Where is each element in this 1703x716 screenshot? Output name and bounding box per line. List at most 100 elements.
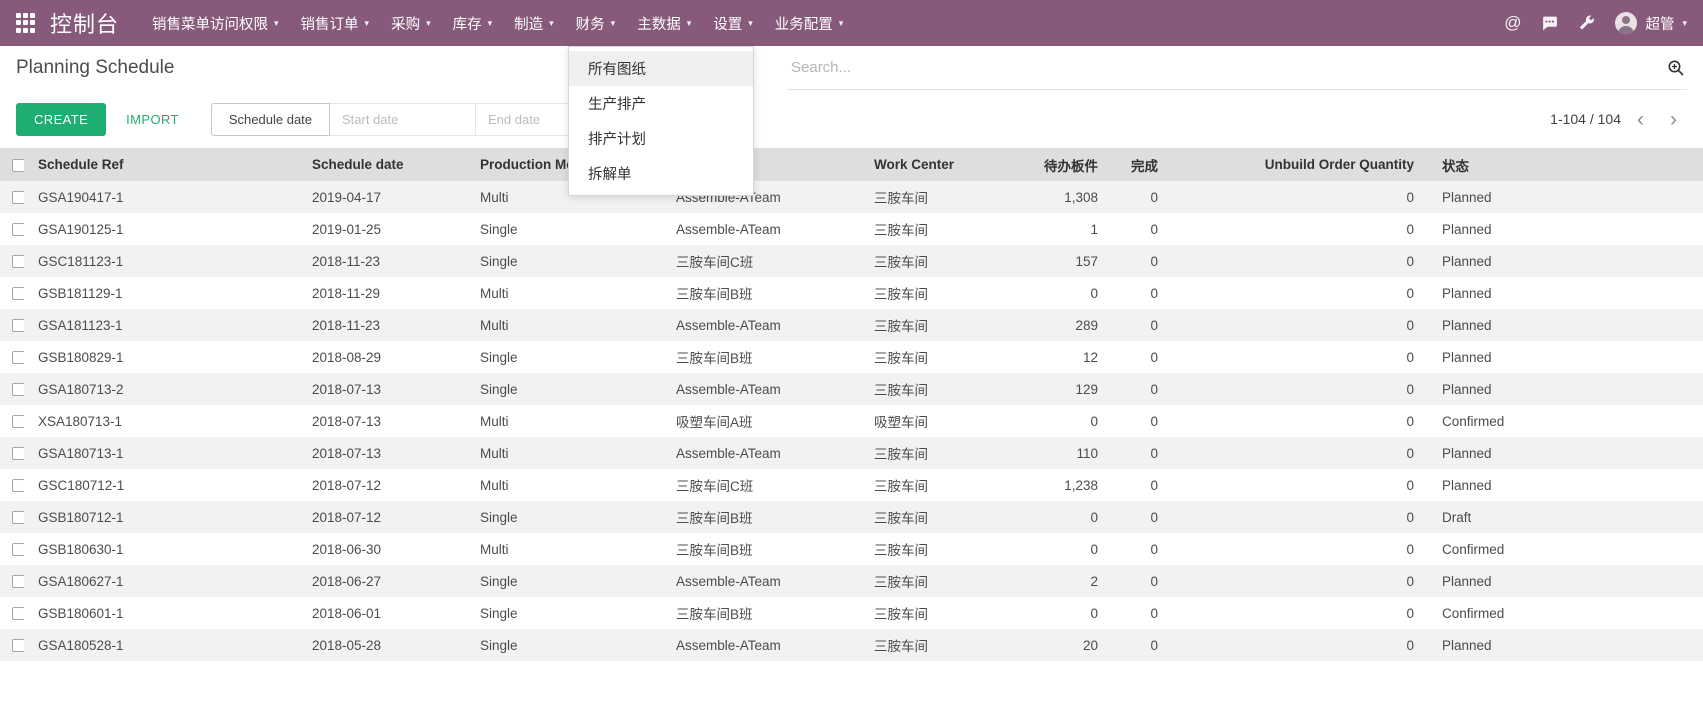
table-row[interactable]: GSA180713-12018-07-13MultiAssemble-ATeam… xyxy=(0,437,1703,469)
import-button[interactable]: IMPORT xyxy=(112,104,193,135)
topbar-menu-item[interactable]: 业务配置▾ xyxy=(764,0,855,46)
cell: 2018-06-27 xyxy=(298,565,466,597)
cell: 0 xyxy=(1172,597,1428,629)
row-checkbox-cell xyxy=(0,533,24,565)
cell: GSA181123-1 xyxy=(24,309,298,341)
table-row[interactable]: GSB180630-12018-06-30Multi三胺车间B班三胺车间000C… xyxy=(0,533,1703,565)
row-checkbox[interactable] xyxy=(12,543,24,556)
column-header[interactable]: Unbuild Order Quantity xyxy=(1172,148,1428,181)
tools-wrench-icon[interactable] xyxy=(1578,15,1595,32)
cell: GSA180627-1 xyxy=(24,565,298,597)
table-row[interactable]: GSC180712-12018-07-12Multi三胺车间C班三胺车间1,23… xyxy=(0,469,1703,501)
row-checkbox[interactable] xyxy=(12,255,24,268)
cell: 157 xyxy=(1008,245,1112,277)
pager-next-icon[interactable]: › xyxy=(1660,109,1687,130)
row-checkbox[interactable] xyxy=(12,415,24,428)
page-title: Planning Schedule xyxy=(16,57,174,79)
apps-grid-icon[interactable] xyxy=(16,13,36,33)
table-row[interactable]: GSC181123-12018-11-23Single三胺车间C班三胺车间157… xyxy=(0,245,1703,277)
select-all-checkbox[interactable] xyxy=(12,159,24,172)
row-checkbox[interactable] xyxy=(12,319,24,332)
column-header[interactable]: 完成 xyxy=(1112,148,1172,181)
cell: 三胺车间 xyxy=(860,469,1008,501)
search-icon[interactable] xyxy=(1659,59,1685,77)
cell: GSB180630-1 xyxy=(24,533,298,565)
table-row[interactable]: GSA190125-12019-01-25SingleAssemble-ATea… xyxy=(0,213,1703,245)
cell: 三胺车间 xyxy=(860,597,1008,629)
topbar-menu-item[interactable]: 制造▾ xyxy=(503,0,565,46)
column-header[interactable]: 状态 xyxy=(1428,148,1703,181)
topbar-menu-item[interactable]: 库存▾ xyxy=(442,0,504,46)
table-row[interactable]: GSA180713-22018-07-13SingleAssemble-ATea… xyxy=(0,373,1703,405)
row-checkbox[interactable] xyxy=(12,447,24,460)
topbar-menu-item[interactable]: 主数据▾ xyxy=(626,0,702,46)
table-row[interactable]: GSA181123-12018-11-23MultiAssemble-ATeam… xyxy=(0,309,1703,341)
cell: 三胺车间 xyxy=(860,341,1008,373)
search-input[interactable] xyxy=(789,58,1659,77)
schedule-date-button[interactable]: Schedule date xyxy=(211,103,330,136)
row-checkbox[interactable] xyxy=(12,639,24,652)
topbar-menu-item[interactable]: 销售菜单访问权限▾ xyxy=(141,0,290,46)
row-checkbox[interactable] xyxy=(12,607,24,620)
start-date-input[interactable] xyxy=(330,103,476,136)
menu-item-label: 销售订单 xyxy=(301,13,359,34)
row-checkbox-cell xyxy=(0,373,24,405)
cell: 三胺车间 xyxy=(860,245,1008,277)
cell: 三胺车间 xyxy=(860,533,1008,565)
chat-icon[interactable] xyxy=(1541,15,1558,32)
table-row[interactable]: GSA180528-12018-05-28SingleAssemble-ATea… xyxy=(0,629,1703,661)
create-button[interactable]: CREATE xyxy=(16,103,106,136)
topbar-menu-item[interactable]: 采购▾ xyxy=(380,0,442,46)
row-checkbox[interactable] xyxy=(12,287,24,300)
column-header[interactable]: Schedule Ref xyxy=(24,148,298,181)
row-checkbox[interactable] xyxy=(12,351,24,364)
table-row[interactable]: GSA180627-12018-06-27SingleAssemble-ATea… xyxy=(0,565,1703,597)
dropdown-menu-item[interactable]: 拆解单 xyxy=(569,156,753,191)
column-header[interactable]: 待办板件 xyxy=(1008,148,1112,181)
cell: Multi xyxy=(466,309,662,341)
cell: 三胺车间B班 xyxy=(662,597,860,629)
cell: Single xyxy=(466,629,662,661)
column-header[interactable]: Work Center xyxy=(860,148,1008,181)
row-checkbox[interactable] xyxy=(12,223,24,236)
cell: 0 xyxy=(1172,181,1428,213)
cell: 0 xyxy=(1172,629,1428,661)
app-title[interactable]: 控制台 xyxy=(50,7,119,39)
table-row[interactable]: GSB181129-12018-11-29Multi三胺车间B班三胺车间000P… xyxy=(0,277,1703,309)
row-checkbox[interactable] xyxy=(12,479,24,492)
chevron-down-icon: ▾ xyxy=(687,19,692,28)
row-checkbox[interactable] xyxy=(12,575,24,588)
user-menu[interactable]: 超管 ▾ xyxy=(1615,12,1687,34)
column-header[interactable]: Schedule date xyxy=(298,148,466,181)
table-row[interactable]: GSB180712-12018-07-12Single三胺车间B班三胺车间000… xyxy=(0,501,1703,533)
topbar-menu-item[interactable]: 财务▾ xyxy=(565,0,627,46)
cell: 0 xyxy=(1112,405,1172,437)
cell: 0 xyxy=(1172,277,1428,309)
cell: 三胺车间 xyxy=(860,277,1008,309)
cell: GSC180712-1 xyxy=(24,469,298,501)
row-checkbox[interactable] xyxy=(12,383,24,396)
mentions-icon[interactable]: @ xyxy=(1504,13,1521,33)
pager-prev-icon[interactable]: ‹ xyxy=(1627,109,1654,130)
table-row[interactable]: GSB180601-12018-06-01Single三胺车间B班三胺车间000… xyxy=(0,597,1703,629)
cell: GSB180601-1 xyxy=(24,597,298,629)
cell: 0 xyxy=(1112,469,1172,501)
topbar-right: @ 超管 ▾ xyxy=(1504,12,1687,34)
dropdown-menu-item[interactable]: 生产排产 xyxy=(569,86,753,121)
dropdown-menu-item[interactable]: 所有图纸 xyxy=(569,51,753,86)
dropdown-menu-item[interactable]: 排产计划 xyxy=(569,121,753,156)
row-checkbox-cell xyxy=(0,565,24,597)
cell: 吸塑车间A班 xyxy=(662,405,860,437)
row-checkbox[interactable] xyxy=(12,191,24,204)
table-row[interactable]: GSA190417-12019-04-17MultiAssemble-ATeam… xyxy=(0,181,1703,213)
topbar-menu-item[interactable]: 销售订单▾ xyxy=(290,0,381,46)
table-row[interactable]: XSA180713-12018-07-13Multi吸塑车间A班吸塑车间000C… xyxy=(0,405,1703,437)
cell: 三胺车间 xyxy=(860,373,1008,405)
cell: 110 xyxy=(1008,437,1112,469)
cell: 2018-08-29 xyxy=(298,341,466,373)
row-checkbox[interactable] xyxy=(12,511,24,524)
cell: 0 xyxy=(1112,341,1172,373)
table-row[interactable]: GSB180829-12018-08-29Single三胺车间B班三胺车间120… xyxy=(0,341,1703,373)
topbar-menu-item[interactable]: 设置▾ xyxy=(702,0,764,46)
menu-item-label: 库存 xyxy=(453,13,482,34)
